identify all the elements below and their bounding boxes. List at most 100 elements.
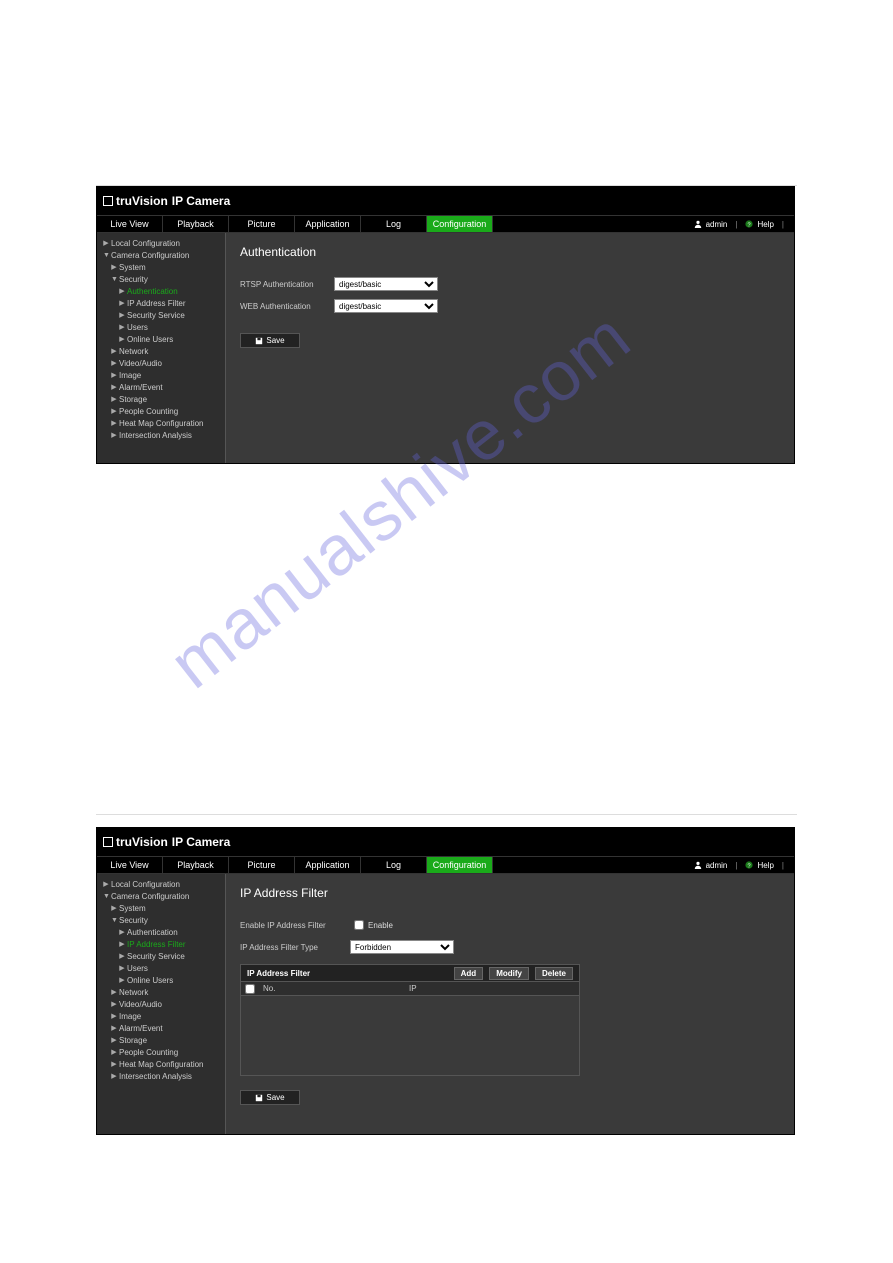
sidebar-item-security[interactable]: ▼Security — [97, 273, 225, 285]
delete-button[interactable]: Delete — [535, 967, 573, 980]
modify-button[interactable]: Modify — [489, 967, 529, 980]
sidebar-item-heat-map[interactable]: ▶Heat Map Configuration — [97, 417, 225, 429]
tab-live-view[interactable]: Live View — [97, 857, 163, 873]
sidebar-item-heat-map[interactable]: ▶Heat Map Configuration — [97, 1058, 225, 1070]
brand-product: IP Camera — [172, 194, 230, 208]
sidebar-item-intersection[interactable]: ▶Intersection Analysis — [97, 1070, 225, 1082]
tab-playback[interactable]: Playback — [163, 216, 229, 232]
sidebar-item-network[interactable]: ▶Network — [97, 986, 225, 998]
sidebar-item-security[interactable]: ▼Security — [97, 914, 225, 926]
tab-configuration[interactable]: Configuration — [427, 216, 493, 232]
column-header-ip: IP — [409, 984, 579, 993]
logo-icon — [103, 196, 113, 206]
logo-icon — [103, 837, 113, 847]
sidebar-item-ip-filter[interactable]: ▶IP Address Filter — [97, 938, 225, 950]
sidebar-item-users[interactable]: ▶Users — [97, 962, 225, 974]
app-window-authentication: truVision IP Camera Live View Playback P… — [96, 186, 795, 464]
sidebar-item-camera-config[interactable]: ▼Camera Configuration — [97, 249, 225, 261]
tab-application[interactable]: Application — [295, 216, 361, 232]
sidebar-item-authentication[interactable]: ▶Authentication — [97, 926, 225, 938]
tab-log[interactable]: Log — [361, 216, 427, 232]
table-body-empty — [241, 995, 579, 1075]
tab-playback[interactable]: Playback — [163, 857, 229, 873]
table-title: IP Address Filter — [247, 969, 310, 978]
tab-picture[interactable]: Picture — [229, 857, 295, 873]
sidebar-item-authentication[interactable]: ▶Authentication — [97, 285, 225, 297]
top-nav: Live View Playback Picture Application L… — [97, 856, 794, 874]
sidebar-item-online-users[interactable]: ▶Online Users — [97, 333, 225, 345]
divider-vert: | — [735, 861, 737, 870]
enable-filter-label: Enable IP Address Filter — [240, 921, 350, 930]
sidebar-item-system[interactable]: ▶System — [97, 902, 225, 914]
svg-text:?: ? — [748, 222, 751, 228]
rtsp-auth-select[interactable]: digest/basic — [334, 277, 438, 291]
save-button-label: Save — [266, 336, 284, 345]
sidebar-item-security-service[interactable]: ▶Security Service — [97, 950, 225, 962]
sidebar-item-image[interactable]: ▶Image — [97, 1010, 225, 1022]
sidebar-item-local-config[interactable]: ▶Local Configuration — [97, 237, 225, 249]
help-icon: ? — [745, 220, 753, 228]
enable-checkbox-label: Enable — [368, 921, 393, 930]
web-auth-select[interactable]: digest/basic — [334, 299, 438, 313]
tab-configuration[interactable]: Configuration — [427, 857, 493, 873]
user-name[interactable]: admin — [706, 861, 728, 870]
save-button[interactable]: Save — [240, 333, 300, 348]
rtsp-auth-label: RTSP Authentication — [240, 280, 334, 289]
content-panel: IP Address Filter Enable IP Address Filt… — [225, 874, 794, 1134]
sidebar-item-alarm-event[interactable]: ▶Alarm/Event — [97, 381, 225, 393]
tab-picture[interactable]: Picture — [229, 216, 295, 232]
tab-log[interactable]: Log — [361, 857, 427, 873]
page-title: Authentication — [240, 245, 780, 259]
column-header-no: No. — [259, 984, 409, 993]
title-bar: truVision IP Camera — [97, 828, 794, 856]
save-icon — [255, 337, 263, 345]
sidebar-item-security-service[interactable]: ▶Security Service — [97, 309, 225, 321]
add-button[interactable]: Add — [454, 967, 484, 980]
help-link[interactable]: Help — [757, 861, 773, 870]
tab-application[interactable]: Application — [295, 857, 361, 873]
brand-name: truVision — [116, 835, 168, 849]
save-button[interactable]: Save — [240, 1090, 300, 1105]
sidebar-item-local-config[interactable]: ▶Local Configuration — [97, 878, 225, 890]
content-panel: Authentication RTSP Authentication diges… — [225, 233, 794, 463]
filter-type-label: IP Address Filter Type — [240, 943, 350, 952]
user-icon — [694, 220, 702, 228]
sidebar: ▶Local Configuration ▼Camera Configurati… — [97, 233, 225, 463]
tab-live-view[interactable]: Live View — [97, 216, 163, 232]
ip-filter-table: IP Address Filter Add Modify Delete No. … — [240, 964, 580, 1076]
sidebar-item-camera-config[interactable]: ▼Camera Configuration — [97, 890, 225, 902]
title-bar: truVision IP Camera — [97, 187, 794, 215]
sidebar-item-alarm-event[interactable]: ▶Alarm/Event — [97, 1022, 225, 1034]
sidebar-item-image[interactable]: ▶Image — [97, 369, 225, 381]
save-icon — [255, 1094, 263, 1102]
sidebar-item-online-users[interactable]: ▶Online Users — [97, 974, 225, 986]
divider-vert: | — [735, 220, 737, 229]
help-icon: ? — [745, 861, 753, 869]
page-title: IP Address Filter — [240, 886, 780, 900]
select-all-checkbox[interactable] — [245, 984, 255, 994]
sidebar-item-storage[interactable]: ▶Storage — [97, 393, 225, 405]
divider-vert: | — [782, 861, 784, 870]
brand-product: IP Camera — [172, 835, 230, 849]
sidebar-item-storage[interactable]: ▶Storage — [97, 1034, 225, 1046]
sidebar: ▶Local Configuration ▼Camera Configurati… — [97, 874, 225, 1134]
top-nav: Live View Playback Picture Application L… — [97, 215, 794, 233]
user-name[interactable]: admin — [706, 220, 728, 229]
filter-type-select[interactable]: Forbidden — [350, 940, 454, 954]
sidebar-item-users[interactable]: ▶Users — [97, 321, 225, 333]
enable-filter-checkbox[interactable] — [354, 920, 364, 930]
sidebar-item-network[interactable]: ▶Network — [97, 345, 225, 357]
brand-name: truVision — [116, 194, 168, 208]
help-link[interactable]: Help — [757, 220, 773, 229]
divider-vert: | — [782, 220, 784, 229]
sidebar-item-people-counting[interactable]: ▶People Counting — [97, 1046, 225, 1058]
sidebar-item-people-counting[interactable]: ▶People Counting — [97, 405, 225, 417]
sidebar-item-system[interactable]: ▶System — [97, 261, 225, 273]
save-button-label: Save — [266, 1093, 284, 1102]
sidebar-item-intersection[interactable]: ▶Intersection Analysis — [97, 429, 225, 441]
sidebar-item-video-audio[interactable]: ▶Video/Audio — [97, 998, 225, 1010]
sidebar-item-video-audio[interactable]: ▶Video/Audio — [97, 357, 225, 369]
sidebar-item-ip-filter[interactable]: ▶IP Address Filter — [97, 297, 225, 309]
app-window-ip-filter: truVision IP Camera Live View Playback P… — [96, 827, 795, 1135]
svg-text:?: ? — [748, 863, 751, 869]
